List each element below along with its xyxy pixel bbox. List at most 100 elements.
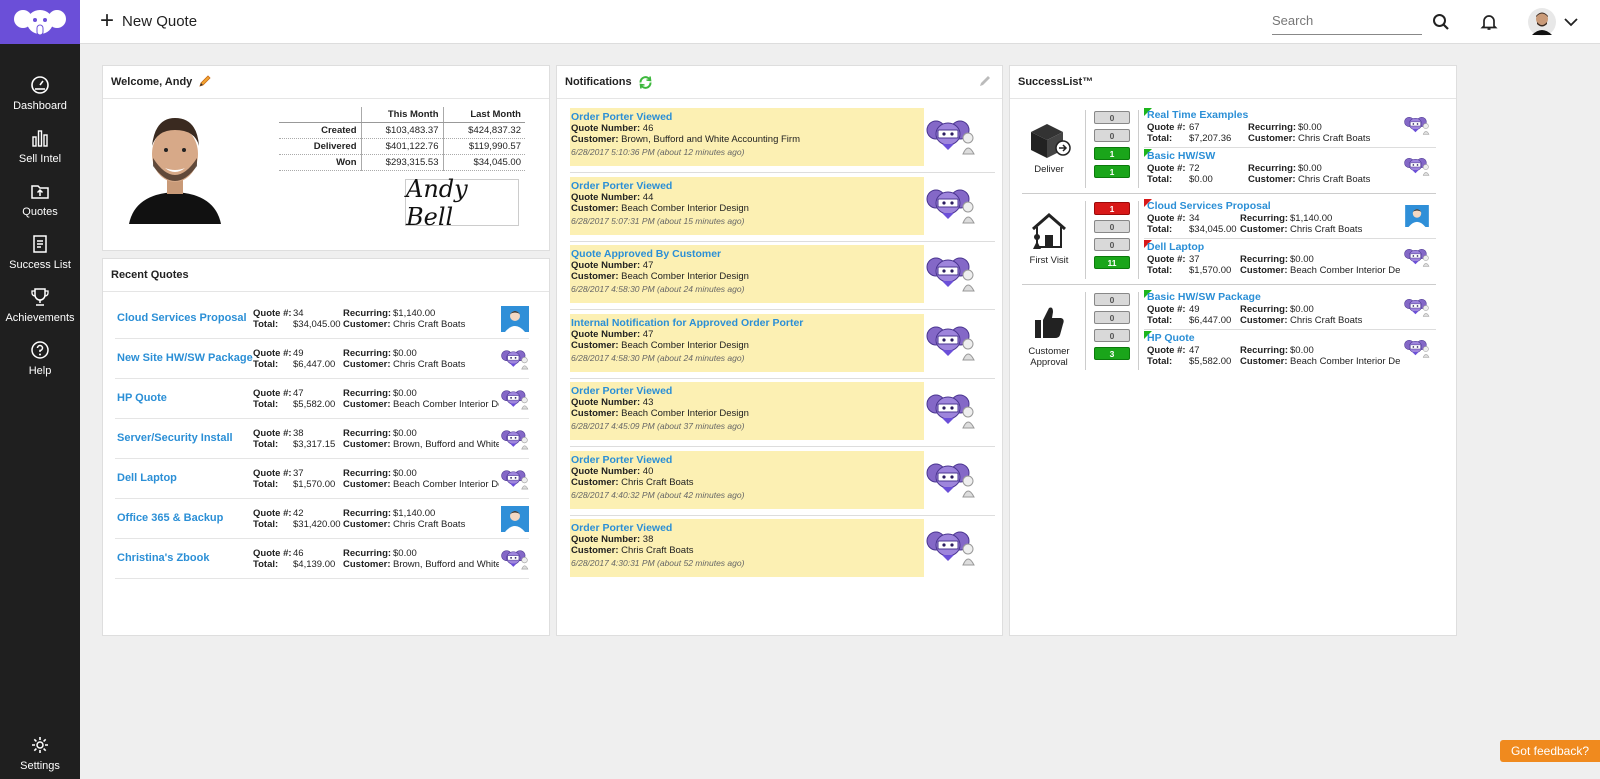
refresh-icon[interactable]: [638, 75, 653, 90]
stage-count-badge[interactable]: 11: [1094, 256, 1130, 269]
recent-quote-link[interactable]: Office 365 & Backup: [117, 512, 223, 524]
person-photo-icon[interactable]: [501, 306, 529, 332]
mascot-icon[interactable]: [501, 346, 529, 372]
stage-count-badge[interactable]: 1: [1094, 202, 1130, 215]
notification-title-link[interactable]: Order Porter Viewed: [571, 454, 923, 466]
field-label: Customer:: [1240, 315, 1288, 326]
recent-quote-link[interactable]: Server/Security Install: [117, 432, 233, 444]
recent-quote-row: Server/Security Install Quote #:38 Total: $…: [115, 419, 529, 459]
field-label: Total:: [253, 319, 279, 330]
quote-number-field: Quote #:34: [253, 308, 304, 319]
successlist-item-link[interactable]: Basic HW/SW Package: [1147, 291, 1261, 303]
stage-count-badge[interactable]: 1: [1094, 165, 1130, 178]
stage-count-badge[interactable]: 0: [1094, 111, 1130, 124]
notification-title-link[interactable]: Order Porter Viewed: [571, 386, 923, 397]
pencil-edit-icon[interactable]: [978, 74, 992, 91]
field-label: Total:: [253, 439, 279, 450]
notification-title-link[interactable]: Quote Approved By Customer: [571, 249, 923, 260]
successlist-item-link[interactable]: Real Time Examples: [1147, 109, 1248, 121]
app-logo[interactable]: [0, 0, 80, 44]
field-label: Customer:: [571, 408, 619, 419]
successlist-item-link[interactable]: Dell Laptop: [1147, 241, 1204, 253]
stage-count-badge[interactable]: 0: [1094, 329, 1130, 342]
notification-title-link[interactable]: Order Porter Viewed: [571, 180, 923, 192]
stats-last-month-value: $424,837.32: [442, 122, 525, 139]
mascot-icon[interactable]: [501, 466, 529, 492]
sidebar-item-quotes[interactable]: Quotes: [0, 172, 80, 225]
customer-value: Chris Craft Boats: [393, 319, 466, 330]
new-quote-button[interactable]: + New Quote: [100, 9, 197, 33]
quote-number-field: Quote #:49: [1147, 304, 1200, 315]
sidebar-item-sell-intel[interactable]: Sell Intel: [0, 119, 80, 172]
stage-count-badge[interactable]: 0: [1094, 293, 1130, 306]
mascot-icon[interactable]: [1404, 114, 1430, 136]
stats-row-label: Won: [279, 154, 361, 171]
stage-count-badge[interactable]: 0: [1094, 238, 1130, 251]
stage-count-badge[interactable]: 3: [1094, 347, 1130, 360]
stage-count-badge[interactable]: 0: [1094, 311, 1130, 324]
notification-title-link[interactable]: Internal Notification for Approved Order…: [571, 317, 923, 329]
recent-quote-link[interactable]: New Site HW/SW Package: [117, 352, 253, 364]
notification-quote-number: Quote Number: 38: [571, 534, 923, 545]
field-label: Quote #:: [1147, 163, 1186, 174]
sidebar-item-help[interactable]: Help: [0, 331, 80, 384]
search-input[interactable]: [1272, 8, 1420, 32]
mascot-icon: [926, 527, 976, 567]
divider: [1085, 110, 1086, 188]
mascot-icon[interactable]: [1404, 155, 1430, 177]
house-visit-icon[interactable]: [1022, 211, 1076, 251]
field-label: Quote #:: [253, 388, 292, 399]
mascot-icon[interactable]: [1404, 296, 1430, 318]
recurring-value: $0.00: [1290, 304, 1314, 315]
mascot-icon[interactable]: [501, 546, 529, 572]
feedback-button[interactable]: Got feedback?: [1500, 740, 1600, 762]
top-bar: + New Quote: [80, 0, 1600, 44]
customer-value: Beach Comber Interior Design: [621, 339, 749, 351]
recurring-field: Recurring: $0.00: [1248, 163, 1322, 174]
total-field: Total: $0.00: [1147, 174, 1213, 185]
stage-count-badge[interactable]: 1: [1094, 147, 1130, 160]
stage-count-badge[interactable]: 0: [1094, 129, 1130, 142]
stage-count-badge[interactable]: 0: [1094, 220, 1130, 233]
field-label: Customer:: [571, 202, 619, 214]
recurring-field: Recurring: $0.00: [343, 348, 417, 359]
person-photo-icon[interactable]: [501, 506, 529, 532]
thumbs-up-icon[interactable]: [1022, 302, 1076, 342]
mascot-icon[interactable]: [501, 426, 529, 452]
bell-icon[interactable]: [1478, 11, 1500, 33]
mascot-icon[interactable]: [501, 386, 529, 412]
recent-quote-link[interactable]: Cloud Services Proposal: [117, 312, 247, 324]
mascot-icon[interactable]: [1404, 337, 1430, 359]
sidebar-item-success-list[interactable]: Success List: [0, 225, 80, 278]
field-label: Total:: [1147, 356, 1173, 367]
welcome-header: Welcome, Andy: [103, 66, 549, 99]
successlist-item-link[interactable]: HP Quote: [1147, 332, 1195, 344]
notification-title-link[interactable]: Order Porter Viewed: [571, 112, 923, 123]
successlist-item-link[interactable]: Basic HW/SW: [1147, 150, 1215, 162]
box-delivery-icon[interactable]: [1022, 120, 1076, 160]
notification-title-link[interactable]: Order Porter Viewed: [571, 523, 923, 534]
sidebar-item-achievements[interactable]: Achievements: [0, 278, 80, 331]
mascot-icon[interactable]: [1404, 246, 1430, 268]
sidebar-item-dashboard[interactable]: Dashboard: [0, 66, 80, 119]
successlist-item-link[interactable]: Cloud Services Proposal: [1147, 200, 1271, 212]
recent-quotes-header: Recent Quotes: [103, 259, 549, 292]
notification-timestamp: 6/28/2017 5:10:36 PM (about 12 minutes a…: [571, 147, 745, 157]
person-photo-icon[interactable]: [1404, 205, 1430, 227]
pencil-edit-icon[interactable]: [198, 74, 212, 91]
recent-quote-link[interactable]: Christina's Zbook: [117, 552, 209, 564]
chevron-down-icon[interactable]: [1560, 11, 1582, 33]
recent-quote-link[interactable]: HP Quote: [117, 392, 167, 404]
avatar[interactable]: [1528, 8, 1556, 36]
customer-field: Customer: Chris Craft Boats: [343, 359, 499, 370]
customer-value: Brown, Bufford and White: [393, 439, 499, 450]
customer-value: Chris Craft Boats: [393, 519, 466, 530]
notification-customer: Customer: Brown, Bufford and White Accou…: [571, 134, 923, 145]
search-icon[interactable]: [1430, 11, 1452, 33]
customer-field: Customer: Chris Craft Boats: [1248, 174, 1408, 185]
sidebar-item-settings[interactable]: Settings: [0, 726, 80, 779]
customer-value: Chris Craft Boats: [621, 545, 694, 556]
customer-value: Beach Comber Interior Des: [393, 479, 499, 490]
recent-quote-link[interactable]: Dell Laptop: [117, 472, 177, 484]
recurring-value: $1,140.00: [1290, 213, 1333, 224]
